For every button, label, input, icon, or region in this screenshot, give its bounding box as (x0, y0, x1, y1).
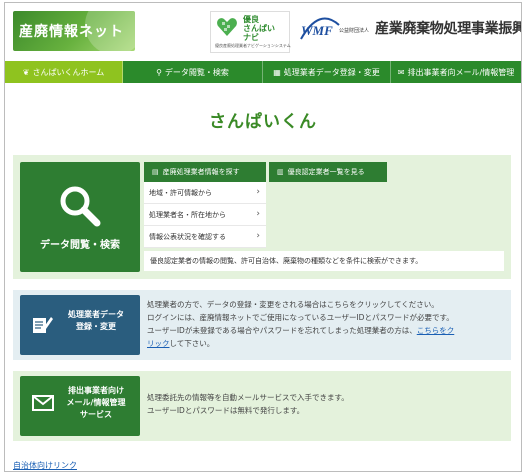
data-search-tile-label: データ閲覧・検索 (40, 240, 120, 251)
page-frame: 産廃情報ネット 優良 さんぱい ナビ 優良産廃処理業者ナビゲーションシステム W… (4, 2, 522, 472)
search-icon: ⚲ (156, 67, 162, 77)
chevron-right-icon: › (256, 187, 260, 197)
text-line: ログインには、産廃情報ネットでご使用になっているユーザーIDとパスワードが必要で… (147, 313, 454, 322)
processor-register-tile[interactable]: 処理業者データ 登録・変更 (20, 295, 140, 355)
edit-icon (33, 317, 53, 333)
chevron-right-icon: › (256, 231, 260, 241)
tile-label-line: メール/情報管理 (66, 398, 126, 407)
processor-register-text: 処理業者の方で、データの登録・変更をされる場合はこちらをクリックしてください。 … (147, 298, 505, 350)
text-line: リックして下さい。 (147, 337, 505, 350)
data-search-description: 優良認定業者の情報の閲覧、許可自治体、廃棄物の種類などを条件に検索ができます。 (144, 251, 504, 271)
mail-service-tile[interactable]: 排出事業者向け メール/情報管理 サービス (20, 376, 140, 436)
sub-item-label: 情報公表状況を確認する (149, 232, 226, 241)
main-nav: ❦ さんぱいくんホーム ⚲ データ閲覧・検索 ▦ 処理業者データ登録・変更 ✉ … (5, 61, 521, 83)
nav-item-label: データ閲覧・検索 (164, 67, 229, 77)
processor-register-section: 処理業者データ 登録・変更 処理業者の方で、データの登録・変更をされる場合はこち… (13, 290, 511, 360)
site-logo-text: 産廃情報ネット (19, 24, 124, 40)
mail-service-section: 排出事業者向け メール/情報管理 サービス 処理委託先の情報等を自動メールサービ… (13, 371, 511, 441)
certified-list-tab-label: 優良認定業者一覧を見る (287, 168, 365, 176)
edit-icon: ▦ (273, 67, 281, 77)
mail-icon: ✉ (397, 67, 405, 77)
search-by-region-item[interactable]: 地域・許可情報から › (144, 182, 266, 204)
nav-item-mail-service[interactable]: ✉ 排出事業者向メール/情報管理 (391, 61, 521, 83)
sub-item-label: 処理業者名・所在地から (149, 210, 226, 219)
wmf-logo-text: WMF (301, 23, 333, 38)
mail-icon (32, 395, 54, 411)
text-line: 処理業者の方で、データの登録・変更をされる場合はこちらをクリックしてください。 (147, 300, 439, 309)
mail-service-tile-label: 排出事業者向け メール/情報管理 サービス (60, 385, 132, 421)
tile-label-line: 排出事業者向け (68, 386, 124, 395)
nav-item-data-search[interactable]: ⚲ データ閲覧・検索 (123, 61, 263, 83)
nav-item-label: 排出事業者向メール/情報管理 (407, 67, 515, 77)
data-search-section: データ閲覧・検索 ▤ 産廃処理業者情報を探す ▥ 優良認定業者一覧を見る 地域・… (13, 155, 511, 279)
page-title: さんぱいくん (209, 112, 317, 132)
text-line: 処理委託先の情報等を自動メールサービスで入手できます。 (147, 393, 349, 402)
heart-icon (217, 18, 237, 36)
building-icon: ▤ (152, 168, 159, 176)
yuryo-logo-title: 優良 さんぱい ナビ (243, 15, 275, 42)
yuryo-sanpai-navi-logo[interactable]: 優良 さんぱい ナビ 優良産廃処理業者ナビゲーションシステム (210, 11, 291, 53)
nav-item-data-register[interactable]: ▦ 処理業者データ登録・変更 (263, 61, 391, 83)
check-disclosure-item[interactable]: 情報公表状況を確認する › (144, 226, 266, 248)
text-fragment: ユーザーIDが未登録である場合やパスワードを忘れてしまった処理業者の方は、 (147, 326, 417, 335)
nav-item-label: さんぱいくんホーム (32, 67, 105, 77)
mail-service-text: 処理委託先の情報等を自動メールサービスで入手できます。 ユーザーIDとパスワード… (147, 391, 505, 417)
nav-item-label: 処理業者データ登録・変更 (283, 67, 380, 77)
sub-item-label: 地域・許可情報から (149, 188, 212, 197)
click-here-link[interactable]: こちらをク (417, 326, 455, 335)
nav-item-home[interactable]: ❦ さんぱいくんホーム (5, 61, 123, 83)
tile-label-line: 処理業者データ (68, 310, 124, 319)
search-sub-menu: 地域・許可情報から › 処理業者名・所在地から › 情報公表状況を確認する › (144, 182, 266, 248)
text-line: ユーザーIDとパスワードは無料で発行します。 (147, 406, 305, 415)
processor-register-tile-label: 処理業者データ 登録・変更 (60, 309, 132, 333)
yuryo-logo-subtitle: 優良産廃処理業者ナビゲーションシステム (215, 43, 291, 48)
leaf-icon: ❦ (22, 67, 30, 77)
find-processor-tab[interactable]: ▤ 産廃処理業者情報を探す (144, 162, 266, 182)
document-icon: ▥ (277, 168, 284, 176)
header: 産廃情報ネット 優良 さんぱい ナビ 優良産廃処理業者ナビゲーションシステム W… (5, 3, 521, 61)
text-line: ユーザーIDが未登録である場合やパスワードを忘れてしまった処理業者の方は、こちら… (147, 324, 505, 337)
foundation-prefix: 公益財団法人 (339, 28, 370, 34)
chevron-right-icon: › (256, 209, 260, 219)
foundation-name: 産業廃棄物処理事業振興財団 (375, 21, 521, 37)
magnifier-icon (60, 186, 101, 227)
text-fragment: して下さい。 (169, 339, 215, 348)
site-logo[interactable]: 産廃情報ネット (13, 11, 135, 51)
find-processor-tab-label: 産廃処理業者情報を探す (162, 168, 240, 176)
municipality-link[interactable]: 自治体向けリンク (13, 460, 77, 471)
data-search-tile[interactable]: データ閲覧・検索 (20, 162, 140, 272)
search-by-name-item[interactable]: 処理業者名・所在地から › (144, 204, 266, 226)
certified-list-tab[interactable]: ▥ 優良認定業者一覧を見る (269, 162, 387, 182)
click-here-link-cont[interactable]: リック (147, 339, 170, 348)
tile-label-line: サービス (80, 410, 112, 419)
wmf-logo[interactable]: WMF (299, 13, 341, 45)
tile-label-line: 登録・変更 (76, 322, 116, 331)
